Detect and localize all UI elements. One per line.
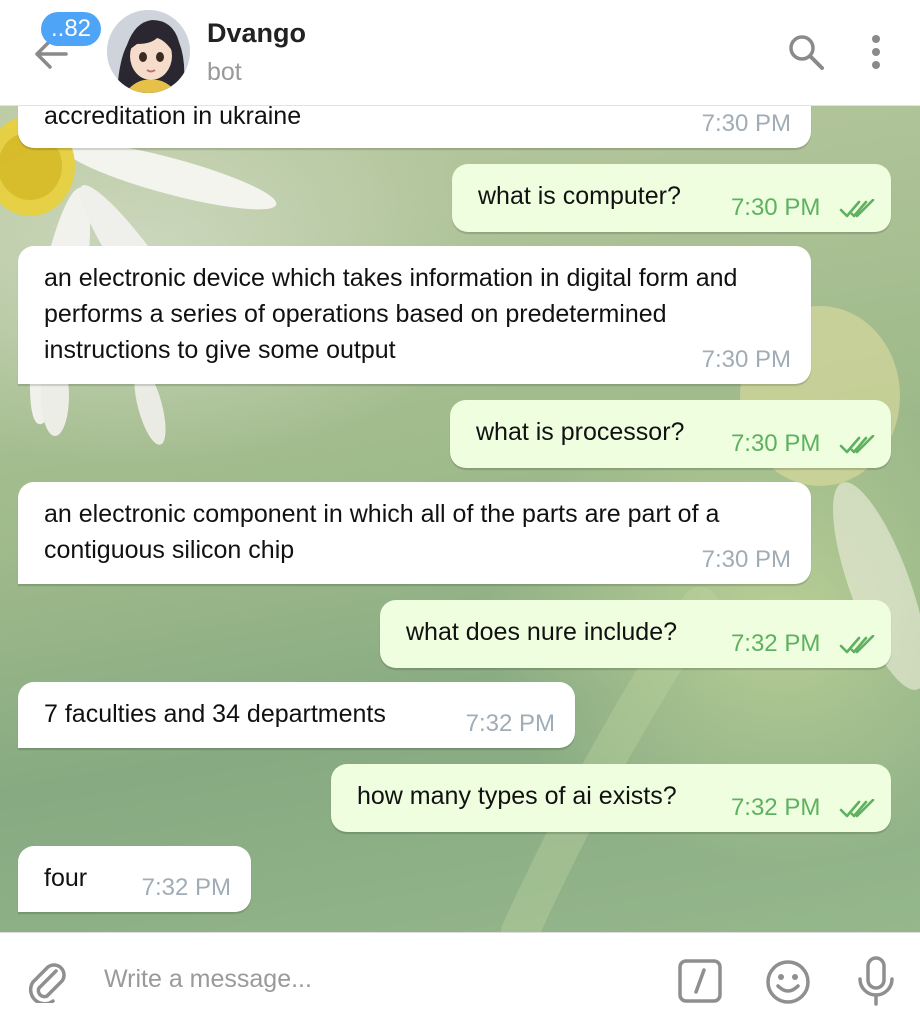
message-time: 7:32 PM [465,710,555,737]
message-bubble-incoming[interactable]: 7 faculties and 34 departments 7:32 PM [18,682,575,748]
message-bubble-outgoing[interactable]: how many types of ai exists? 7:32 PM [331,764,891,832]
chat-status: bot [207,58,242,86]
message-time: 7:30 PM [701,110,791,137]
emoji-icon[interactable] [765,959,811,1005]
message-meta: 7:30 PM [731,430,875,458]
message-text: how many types of ai exists? [357,782,677,810]
message-bubble-incoming[interactable]: an electronic device which takes informa… [18,246,811,384]
message-bubble-outgoing[interactable]: what is computer? 7:30 PM [452,164,891,232]
message-time: 7:32 PM [730,794,821,821]
message-time: 7:30 PM [701,346,791,373]
message-text: 7 faculties and 34 departments [44,700,386,728]
message-time: 7:32 PM [141,874,231,901]
message-text: an electronic component in which all of … [44,500,720,564]
avatar[interactable] [107,10,190,93]
search-icon[interactable] [786,32,826,72]
double-check-icon [839,198,875,217]
message-text: what is processor? [476,418,685,446]
message-meta: 7:30 PM [731,194,875,222]
message-text: four [44,864,88,892]
message-text: an electronic device which takes informa… [44,264,738,364]
message-time: 7:30 PM [701,546,791,573]
message-time: 7:30 PM [730,194,821,221]
message-bubble-incoming[interactable]: four 7:32 PM [18,846,251,912]
double-check-icon [839,434,875,453]
double-check-icon [839,634,875,653]
message-text: what does nure include? [406,618,678,646]
message-meta: 7:32 PM [731,794,875,822]
microphone-icon[interactable] [856,955,896,1007]
attach-icon[interactable] [26,957,68,1006]
message-meta: 7:32 PM [731,630,875,658]
message-time: 7:30 PM [730,430,821,457]
message-time: 7:32 PM [730,630,821,657]
double-check-icon [839,798,875,817]
more-vertical-icon[interactable] [858,32,894,72]
message-bubble-incoming[interactable]: an electronic component in which all of … [18,482,811,584]
message-text: accreditation in ukraine [44,102,302,130]
chat-title[interactable]: Dvango [207,18,306,49]
unread-count-badge[interactable]: ..82 [41,12,102,46]
chat-header: ..82 Dvango bot [0,0,920,106]
message-bubble-outgoing[interactable]: what does nure include? 7:32 PM [380,600,891,668]
message-input[interactable] [104,959,644,999]
bot-commands-icon[interactable] [678,959,722,1003]
message-composer [0,932,920,1022]
message-bubble-outgoing[interactable]: what is processor? 7:30 PM [450,400,891,468]
message-text: what is computer? [478,182,681,210]
